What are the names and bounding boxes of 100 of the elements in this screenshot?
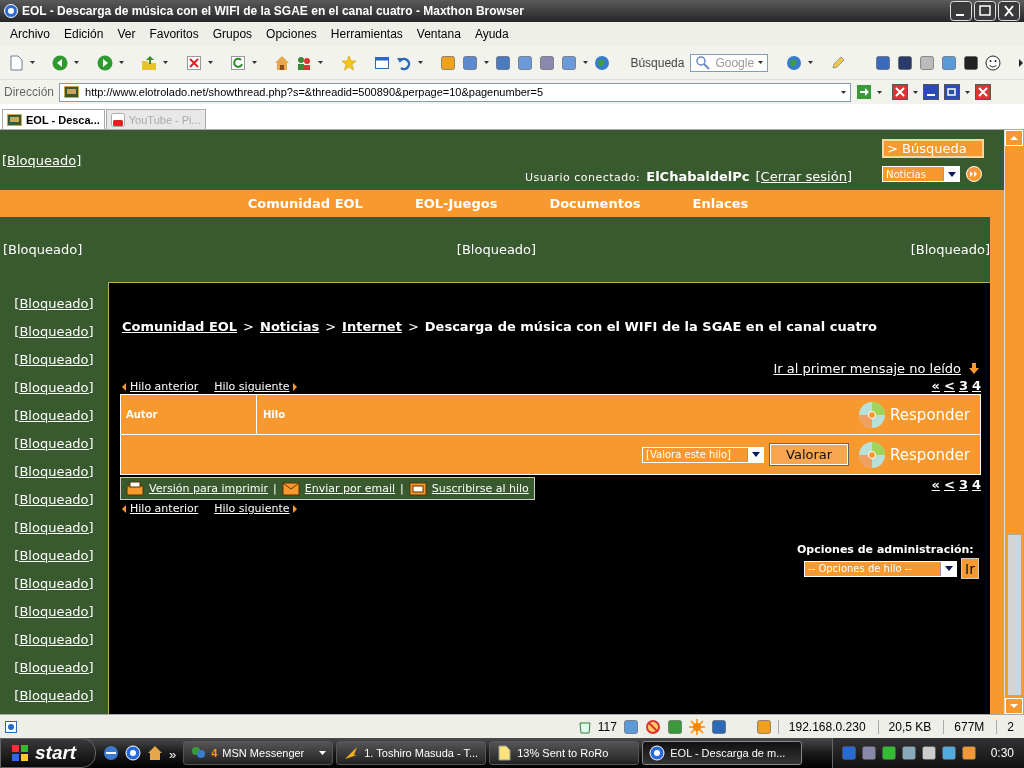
globe-icon[interactable] xyxy=(785,54,802,71)
people-icon[interactable] xyxy=(296,54,313,71)
pencil-icon[interactable] xyxy=(829,54,846,71)
menu-item[interactable]: Ver xyxy=(110,27,143,41)
tab[interactable]: EOL - Desca... xyxy=(2,109,105,129)
blocked-link[interactable]: [Bloqueado] xyxy=(3,242,83,257)
maximize-button[interactable] xyxy=(974,1,996,21)
chevron-icon[interactable] xyxy=(1018,57,1024,68)
next-thread-link[interactable]: Hilo siguiente xyxy=(214,502,290,515)
refresh-icon[interactable] xyxy=(229,54,246,71)
blocked-link[interactable]: [Bloqueado] xyxy=(14,378,94,397)
page-link[interactable]: 4 xyxy=(971,378,981,393)
blocked-link[interactable]: [Bloqueado] xyxy=(456,242,537,257)
taskbar-button[interactable]: EOL - Descarga de m... xyxy=(642,741,803,765)
blocked-link[interactable]: [Bloqueado] xyxy=(14,406,94,425)
taskbar-button[interactable]: 4 MSN Messenger xyxy=(183,741,334,765)
blocked-link[interactable]: [Bloqueado] xyxy=(14,686,94,705)
page-link[interactable]: « xyxy=(931,378,940,393)
square-icon[interactable] xyxy=(880,745,897,761)
home-icon[interactable] xyxy=(274,54,291,71)
smiley-icon[interactable] xyxy=(984,54,1001,71)
address-field[interactable]: http://www.elotrolado.net/showthread.php?s=&threadid=500890&perpage=10&pagenumber=5 xyxy=(59,82,851,102)
menu-item[interactable]: Ayuda xyxy=(467,27,516,41)
blocked-link[interactable]: [Bloqueado] xyxy=(14,294,94,313)
tool-link[interactable]: Suscribirse al hilo xyxy=(431,482,529,495)
taskbar-button[interactable]: 13% Sent to RoRo xyxy=(489,741,640,765)
minimize-button[interactable] xyxy=(923,84,939,100)
page-link[interactable]: 3 xyxy=(958,378,968,393)
page-icon[interactable] xyxy=(8,54,24,71)
restore-button[interactable] xyxy=(944,84,960,100)
page-link[interactable]: « xyxy=(931,477,940,492)
fast-forward-icon[interactable] xyxy=(966,166,982,182)
blocked-link[interactable]: [Bloqueado] xyxy=(14,602,94,621)
go-icon[interactable] xyxy=(856,84,872,100)
task-count: 4 xyxy=(211,747,218,759)
tool-link[interactable]: Enviar por email xyxy=(304,482,396,495)
browser-icon[interactable] xyxy=(125,745,141,761)
menu-item[interactable]: Grupos xyxy=(205,27,260,41)
blocked-link[interactable]: [Bloqueado] xyxy=(14,434,94,453)
status-text: 677M xyxy=(943,719,991,734)
menu-item[interactable]: Archivo xyxy=(3,27,57,41)
separator-text: | xyxy=(400,482,404,495)
blocked-link[interactable]: [Bloqueado] xyxy=(14,490,94,509)
menu-item[interactable]: Favoritos xyxy=(142,27,206,41)
globe-icon[interactable] xyxy=(594,54,611,71)
close-button[interactable] xyxy=(975,84,991,100)
page-link[interactable]: 4 xyxy=(971,477,981,492)
stop-icon[interactable] xyxy=(185,54,202,71)
scroll-thumb[interactable] xyxy=(1007,534,1022,696)
tool-link[interactable]: Versión para imprimir xyxy=(149,482,269,495)
previous-thread-link[interactable]: Hilo anterior xyxy=(130,502,199,515)
go-button[interactable]: Ir xyxy=(961,558,979,579)
folder-icon[interactable] xyxy=(141,54,158,71)
caret-icon xyxy=(944,566,953,571)
scrollbar[interactable] xyxy=(1004,130,1024,714)
blocked-link[interactable]: [Bloqueado] xyxy=(14,322,94,341)
blocked-link[interactable]: [Bloqueado] xyxy=(14,658,94,677)
start-button[interactable]: start xyxy=(0,738,96,768)
menu-item[interactable]: Opciones xyxy=(259,27,324,41)
more-button[interactable]: » xyxy=(169,747,177,762)
next-thread-link[interactable]: Hilo siguiente xyxy=(214,380,290,393)
blocked-link[interactable]: [Bloqueado] xyxy=(14,546,94,565)
page-link[interactable]: 3 xyxy=(958,477,968,492)
blocked-link[interactable]: [Bloqueado] xyxy=(14,518,94,537)
close-tabs-button[interactable] xyxy=(892,84,908,100)
browser-icon[interactable] xyxy=(103,745,119,761)
page-link[interactable]: < xyxy=(944,378,955,393)
star-icon[interactable] xyxy=(340,54,357,71)
rate-button[interactable]: Valorar xyxy=(770,444,849,465)
taskbar-button[interactable]: 1. Toshiro Masuda - T... xyxy=(336,741,487,765)
menu-item[interactable]: Ventana xyxy=(409,27,468,41)
breadcrumb-link[interactable]: Noticias xyxy=(260,319,320,334)
blocked-link[interactable]: [Bloqueado] xyxy=(14,350,94,369)
square-icon[interactable] xyxy=(940,745,957,761)
blocked-link[interactable]: [Bloqueado] xyxy=(910,242,990,257)
page-link[interactable]: < xyxy=(944,477,955,492)
back-icon[interactable] xyxy=(52,54,69,71)
breadcrumb-separator: > xyxy=(325,319,337,334)
blocked-link[interactable]: [Bloqueado] xyxy=(14,462,94,481)
logout-link[interactable]: [Cerrar sesión] xyxy=(755,169,852,184)
breadcrumb-separator: > xyxy=(243,319,254,334)
menu-item[interactable]: Herramientas xyxy=(323,27,410,41)
blocked-link[interactable]: [Bloqueado] xyxy=(14,630,94,649)
menu-item[interactable]: Edición xyxy=(57,27,111,41)
window-icon[interactable] xyxy=(374,54,390,71)
previous-thread-link[interactable]: Hilo anterior xyxy=(130,380,199,393)
square-icon[interactable] xyxy=(900,745,917,761)
square-icon[interactable] xyxy=(960,745,977,761)
first-unread-link[interactable]: Ir al primer mensaje no leído xyxy=(773,361,961,376)
square-icon[interactable] xyxy=(962,54,979,71)
home-icon[interactable] xyxy=(147,745,163,761)
breadcrumb-link[interactable]: Internet xyxy=(342,319,402,334)
blocked-link[interactable]: [Bloqueado] xyxy=(0,152,82,168)
blocked-link[interactable]: [Bloqueado] xyxy=(14,574,94,593)
caret-icon xyxy=(318,61,324,64)
square-icon[interactable] xyxy=(896,54,913,71)
square-icon[interactable] xyxy=(920,745,937,761)
recycle-icon xyxy=(577,719,592,734)
forward-icon[interactable] xyxy=(96,54,113,71)
breadcrumb-link[interactable]: Comunidad EOL xyxy=(122,319,238,334)
